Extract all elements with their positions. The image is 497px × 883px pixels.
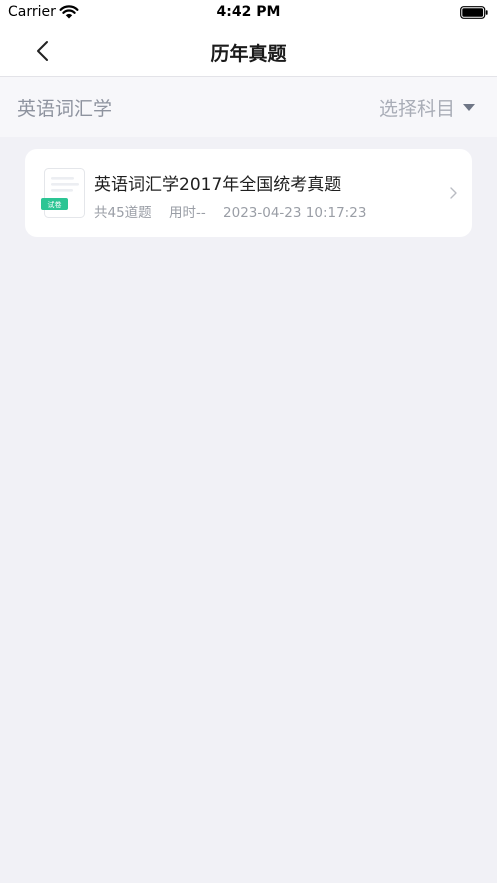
- exam-list-item[interactable]: 试卷 英语词汇学2017年全国统考真题 共45道题 用时-- 2023-04-2…: [25, 149, 472, 237]
- question-count: 共45道题: [94, 205, 152, 221]
- screen: Carrier 4:42 PM 历年真题 英语词汇学 选择科目 试卷 英语词汇学…: [0, 0, 497, 883]
- battery-icon: [460, 6, 488, 19]
- status-bar: Carrier 4:42 PM: [0, 0, 497, 26]
- subject-filter-bar: 英语词汇学 选择科目: [0, 77, 497, 137]
- clock: 4:42 PM: [216, 4, 281, 20]
- duration: 用时--: [168, 205, 206, 221]
- exam-meta: 共45道题 用时-- 2023-04-23 10:17:23: [94, 201, 379, 221]
- navigation-bar: 历年真题: [0, 26, 497, 77]
- exam-title: 英语词汇学2017年全国统考真题: [94, 175, 342, 195]
- page-title: 历年真题: [210, 43, 287, 65]
- caret-down-icon: [463, 104, 475, 111]
- select-subject-label: 选择科目: [378, 98, 455, 120]
- exam-badge-label: 试卷: [48, 200, 62, 209]
- select-subject-button[interactable]: 选择科目: [378, 94, 475, 120]
- exam-paper-icon: 试卷: [41, 168, 85, 218]
- timestamp: 2023-04-23 10:17:23: [223, 205, 367, 221]
- current-subject-label: 英语词汇学: [17, 98, 113, 120]
- chevron-right-icon: [450, 187, 457, 199]
